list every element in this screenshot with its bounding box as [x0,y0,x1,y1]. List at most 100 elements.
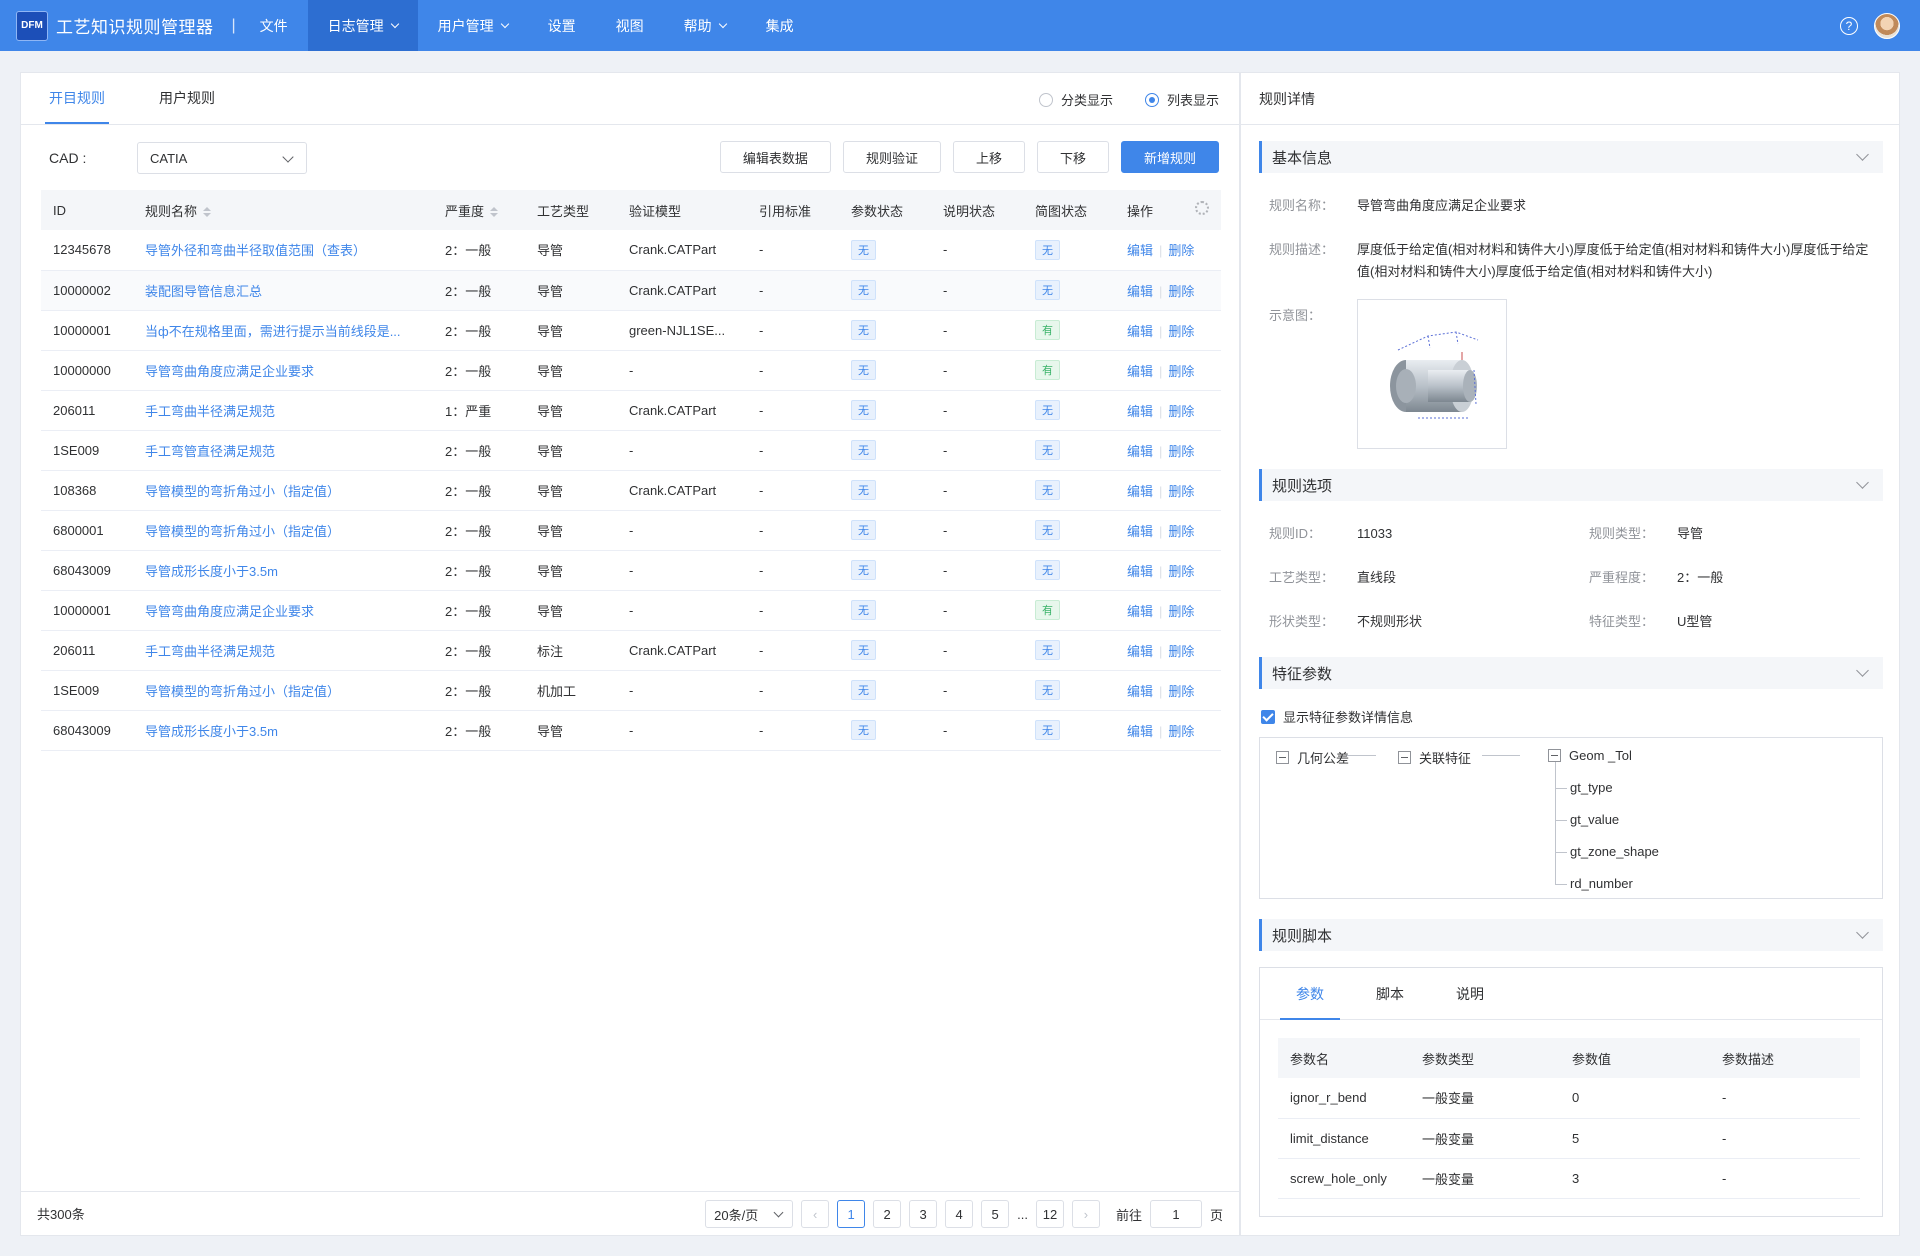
delete-link[interactable]: 删除 [1168,444,1194,459]
table-row[interactable]: 206011 手工弯曲半径满足规范 1：严重 导管 Crank.CATPart - 无 - 无编… [41,390,1221,431]
edit-link[interactable]: 编辑 [1127,364,1153,379]
tab-script[interactable]: 脚本 [1360,968,1420,1020]
delete-link[interactable]: 删除 [1168,684,1194,699]
rule-name-link[interactable]: 手工弯管直径满足规范 [145,444,275,459]
sketch-image[interactable] [1357,299,1507,449]
table-row[interactable]: 10000001 当ф不在规格里面，需进行提示当前线段是... 2：一般 导管 gree… [41,310,1221,351]
delete-link[interactable]: 删除 [1168,243,1194,258]
delete-link[interactable]: 删除 [1168,524,1194,539]
page-button[interactable]: 2 [873,1200,902,1228]
edit-link[interactable]: 编辑 [1127,404,1153,419]
edit-link[interactable]: 编辑 [1127,604,1153,619]
tab-notes[interactable]: 说明 [1440,968,1500,1020]
move-up-button[interactable]: 上移 [952,141,1025,173]
next-page-button[interactable]: › [1071,1200,1100,1228]
table-row[interactable]: ignor_r_bend 一般变量 0- [1278,1078,1860,1119]
collapse-icon[interactable] [1548,749,1561,762]
table-row[interactable]: 6800001 导管模型的弯折角过小（指定值） 2：一般 导管 - - 无 - 无编辑 | 删除 [41,510,1221,551]
tab-user-rules[interactable]: 用户规则 [159,72,215,124]
sort-icon[interactable] [490,207,499,218]
cell-rule-name[interactable]: 装配图导管信息汇总 [133,270,433,311]
table-row[interactable]: 68043009 导管成形长度小于3.5m 2：一般 导管 - - 无 - 无编辑 | 删除 [41,710,1221,751]
table-row[interactable]: 12345678 导管外径和弯曲半径取值范围（查表） 2：一般 导管 Crank.CAT… [41,230,1221,271]
rule-name-link[interactable]: 导管成形长度小于3.5m [145,564,278,579]
edit-link[interactable]: 编辑 [1127,243,1153,258]
rule-name-link[interactable]: 导管弯曲角度应满足企业要求 [145,604,314,619]
cell-rule-name[interactable]: 导管弯曲角度应满足企业要求 [133,350,433,391]
move-down-button[interactable]: 下移 [1036,141,1109,173]
rule-name-link[interactable]: 导管外径和弯曲半径取值范围（查表） [145,243,366,258]
table-row[interactable]: 206011 手工弯曲半径满足规范 2：一般 标注 Crank.CATPart - 无 - 无编… [41,630,1221,671]
edit-link[interactable]: 编辑 [1127,644,1153,659]
delete-link[interactable]: 删除 [1168,484,1194,499]
edit-link[interactable]: 编辑 [1127,524,1153,539]
page-ellipsis[interactable]: ... [1017,1200,1028,1228]
delete-link[interactable]: 删除 [1168,564,1194,579]
cad-select[interactable]: CATIA [137,142,307,174]
cell-rule-name[interactable]: 导管模型的弯折角过小（指定值） [133,670,433,711]
delete-link[interactable]: 删除 [1168,284,1194,299]
rule-name-link[interactable]: 导管弯曲角度应满足企业要求 [145,364,314,379]
table-row[interactable]: 10000002 装配图导管信息汇总 2：一般 导管 Crank.CATPart - 无 - 无… [41,270,1221,311]
rule-name-link[interactable]: 导管成形长度小于3.5m [145,724,278,739]
table-row[interactable]: 108368 导管模型的弯折角过小（指定值） 2：一般 导管 Crank.CATPart… [41,470,1221,511]
rule-name-link[interactable]: 当ф不在规格里面，需进行提示当前线段是... [145,324,401,339]
rule-name-link[interactable]: 导管模型的弯折角过小（指定值） [145,684,340,699]
menu-item-1[interactable]: 日志管理 [307,0,418,51]
sort-icon[interactable] [203,207,212,218]
section-feature-params[interactable]: 特征参数 [1259,657,1883,689]
page-button[interactable]: 1 [837,1200,866,1228]
tree-node-geom-tol[interactable]: Geom _Tol [1548,748,1632,763]
chevron-down-icon[interactable] [1856,926,1869,939]
menu-item-5[interactable]: 帮助 [664,0,746,51]
prev-page-button[interactable]: ‹ [801,1200,830,1228]
tab-kaimu-rules[interactable]: 开目规则 [45,72,109,124]
table-row[interactable]: limit_distance 一般变量 5- [1278,1118,1860,1159]
cell-rule-name[interactable]: 导管模型的弯折角过小（指定值） [133,470,433,511]
page-button[interactable]: 4 [945,1200,974,1228]
section-rule-options[interactable]: 规则选项 [1259,469,1883,501]
table-row[interactable]: 10000000 导管弯曲角度应满足企业要求 2：一般 导管 - - 无 - 有编辑 | 删除 [41,350,1221,391]
edit-link[interactable]: 编辑 [1127,444,1153,459]
tree-node-associated-feature[interactable]: 关联特征 [1398,748,1471,767]
table-row[interactable]: screw_hole_only 一般变量 3- [1278,1158,1860,1199]
delete-link[interactable]: 删除 [1168,644,1194,659]
tree-leaf[interactable]: gt_type [1570,780,1613,795]
chevron-down-icon[interactable] [1856,148,1869,161]
show-feature-details-checkbox[interactable]: 显示特征参数详情信息 [1261,707,1413,726]
delete-link[interactable]: 删除 [1168,724,1194,739]
rule-name-link[interactable]: 导管模型的弯折角过小（指定值） [145,484,340,499]
cell-rule-name[interactable]: 导管弯曲角度应满足企业要求 [133,590,433,631]
tree-leaf[interactable]: gt_zone_shape [1570,844,1659,859]
edit-link[interactable]: 编辑 [1127,324,1153,339]
cell-rule-name[interactable]: 手工弯管直径满足规范 [133,430,433,471]
edit-table-data-button[interactable]: 编辑表数据 [719,141,831,173]
table-row[interactable]: 10000001 导管弯曲角度应满足企业要求 2：一般 导管 - - 无 - 有编辑 | 删除 [41,590,1221,631]
col-rule-name[interactable]: 规则名称 [133,190,433,230]
chevron-down-icon[interactable] [1856,476,1869,489]
delete-link[interactable]: 删除 [1168,364,1194,379]
tab-params[interactable]: 参数 [1280,968,1340,1020]
menu-item-0[interactable]: 文件 [254,0,308,51]
section-basic-info[interactable]: 基本信息 [1259,141,1883,173]
cell-rule-name[interactable]: 导管成形长度小于3.5m [133,550,433,591]
delete-link[interactable]: 删除 [1168,404,1194,419]
col-severity[interactable]: 严重度 [433,190,525,230]
edit-link[interactable]: 编辑 [1127,564,1153,579]
cell-rule-name[interactable]: 导管模型的弯折角过小（指定值） [133,510,433,551]
cell-rule-name[interactable]: 手工弯曲半径满足规范 [133,390,433,431]
menu-item-6[interactable]: 集成 [746,0,814,51]
cell-rule-name[interactable]: 手工弯曲半径满足规范 [133,630,433,671]
table-row[interactable]: 1SE009 导管模型的弯折角过小（指定值） 2：一般 机加工 - - 无 - 无编辑 | 删除 [41,670,1221,711]
radio-list-view[interactable]: 列表显示 [1144,90,1219,109]
page-button[interactable]: 3 [909,1200,938,1228]
add-rule-button[interactable]: 新增规则 [1120,141,1219,173]
page-button[interactable]: 12 [1035,1200,1064,1228]
section-rule-script[interactable]: 规则脚本 [1259,919,1883,951]
edit-link[interactable]: 编辑 [1127,684,1153,699]
goto-page-input[interactable]: 1 [1149,1200,1202,1228]
menu-item-3[interactable]: 设置 [528,0,596,51]
cell-rule-name[interactable]: 当ф不在规格里面，需进行提示当前线段是... [133,310,433,351]
radio-category-view[interactable]: 分类显示 [1038,90,1113,109]
rule-name-link[interactable]: 手工弯曲半径满足规范 [145,644,275,659]
